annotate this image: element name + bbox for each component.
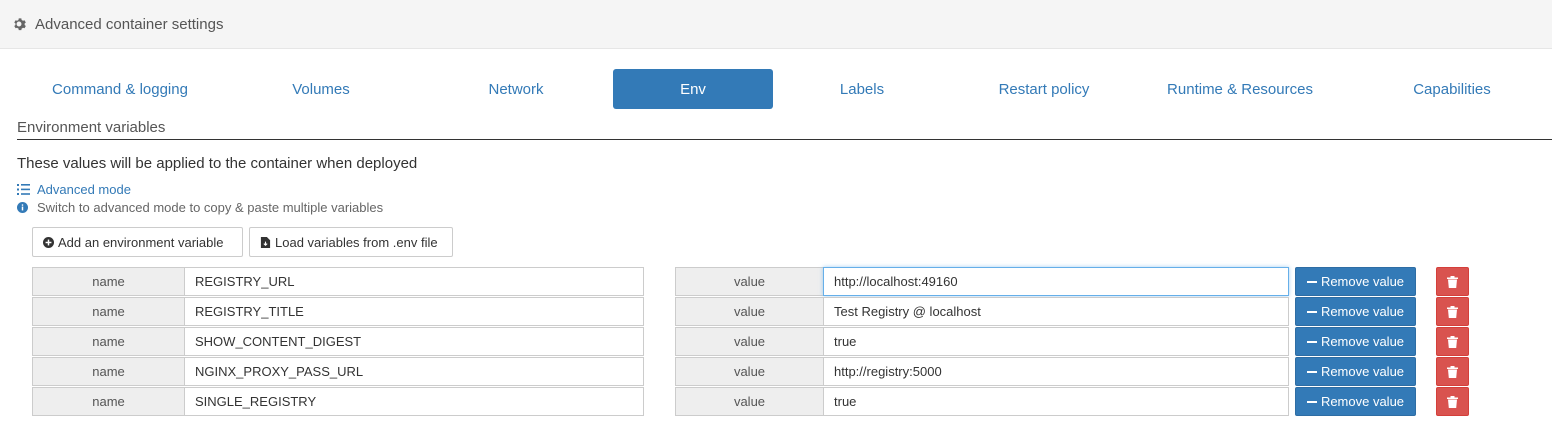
remove-value-button[interactable]: Remove value <box>1295 357 1416 386</box>
env-var-row: name value Remove value <box>0 267 1552 296</box>
tab-runtime-resources[interactable]: Runtime & Resources <box>1150 69 1330 109</box>
env-var-row: name value Remove value <box>0 387 1552 416</box>
name-addon: name <box>32 357 185 386</box>
env-name-input[interactable] <box>184 297 644 326</box>
name-addon: name <box>32 267 185 296</box>
minus-icon <box>1306 400 1317 403</box>
remove-value-label: Remove value <box>1320 364 1405 379</box>
remove-value-label: Remove value <box>1320 394 1405 409</box>
list-icon <box>17 184 30 195</box>
value-addon: value <box>675 357 824 386</box>
hint-text: Switch to advanced mode to copy & paste … <box>37 200 384 215</box>
delete-variable-button[interactable] <box>1436 387 1469 416</box>
tab-capabilities[interactable]: Capabilities <box>1382 69 1522 109</box>
add-variable-label: Add an environment variable <box>58 234 224 250</box>
env-value-input[interactable] <box>823 267 1289 296</box>
name-addon: name <box>32 327 185 356</box>
gear-icon <box>14 18 26 31</box>
name-addon: name <box>32 297 185 326</box>
env-name-input[interactable] <box>184 267 644 296</box>
add-environment-variable-button[interactable]: Add an environment variable <box>32 227 243 257</box>
env-var-row: name value Remove value <box>0 327 1552 356</box>
env-value-input[interactable] <box>823 327 1289 356</box>
delete-variable-button[interactable] <box>1436 297 1469 326</box>
delete-variable-button[interactable] <box>1436 357 1469 386</box>
minus-icon <box>1306 310 1317 313</box>
delete-variable-button[interactable] <box>1436 267 1469 296</box>
trash-icon <box>1447 365 1458 378</box>
tab-labels[interactable]: Labels <box>782 69 942 109</box>
panel-title: Advanced container settings <box>35 15 224 33</box>
remove-value-button[interactable]: Remove value <box>1295 267 1416 296</box>
tab-bar: Command & logging Volumes Network Env La… <box>0 69 1552 109</box>
value-addon: value <box>675 387 824 416</box>
tab-network[interactable]: Network <box>436 69 596 109</box>
env-name-input[interactable] <box>184 327 644 356</box>
env-value-input[interactable] <box>823 297 1289 326</box>
section-description: These values will be applied to the cont… <box>17 155 418 172</box>
remove-value-label: Remove value <box>1320 274 1405 289</box>
advanced-mode-hint: Switch to advanced mode to copy & paste … <box>17 200 383 215</box>
tab-command-logging[interactable]: Command & logging <box>30 69 210 109</box>
tab-volumes[interactable]: Volumes <box>241 69 401 109</box>
plus-circle-icon <box>43 236 54 248</box>
minus-icon <box>1306 280 1317 283</box>
trash-icon <box>1447 335 1458 348</box>
env-var-row: name value Remove value <box>0 357 1552 386</box>
env-name-input[interactable] <box>184 357 644 386</box>
remove-value-button[interactable]: Remove value <box>1295 327 1416 356</box>
value-addon: value <box>675 327 824 356</box>
env-var-row: name value Remove value <box>0 297 1552 326</box>
tab-env[interactable]: Env <box>613 69 773 109</box>
trash-icon <box>1447 305 1458 318</box>
advanced-mode-label: Advanced mode <box>37 182 131 197</box>
advanced-mode-link[interactable]: Advanced mode <box>17 182 131 197</box>
file-import-icon <box>260 236 271 248</box>
value-addon: value <box>675 267 824 296</box>
remove-value-label: Remove value <box>1320 334 1405 349</box>
section-divider <box>17 139 1552 140</box>
value-addon: value <box>675 297 824 326</box>
trash-icon <box>1447 395 1458 408</box>
tab-restart-policy[interactable]: Restart policy <box>964 69 1124 109</box>
panel-header[interactable]: Advanced container settings <box>0 0 1552 49</box>
env-value-input[interactable] <box>823 387 1289 416</box>
info-icon <box>17 202 28 213</box>
load-env-file-button[interactable]: Load variables from .env file <box>249 227 453 257</box>
trash-icon <box>1447 275 1458 288</box>
env-value-input[interactable] <box>823 357 1289 386</box>
minus-icon <box>1306 370 1317 373</box>
delete-variable-button[interactable] <box>1436 327 1469 356</box>
minus-icon <box>1306 340 1317 343</box>
load-env-label: Load variables from .env file <box>275 234 438 250</box>
remove-value-button[interactable]: Remove value <box>1295 387 1416 416</box>
section-title: Environment variables <box>17 119 166 136</box>
name-addon: name <box>32 387 185 416</box>
env-name-input[interactable] <box>184 387 644 416</box>
remove-value-button[interactable]: Remove value <box>1295 297 1416 326</box>
remove-value-label: Remove value <box>1320 304 1405 319</box>
